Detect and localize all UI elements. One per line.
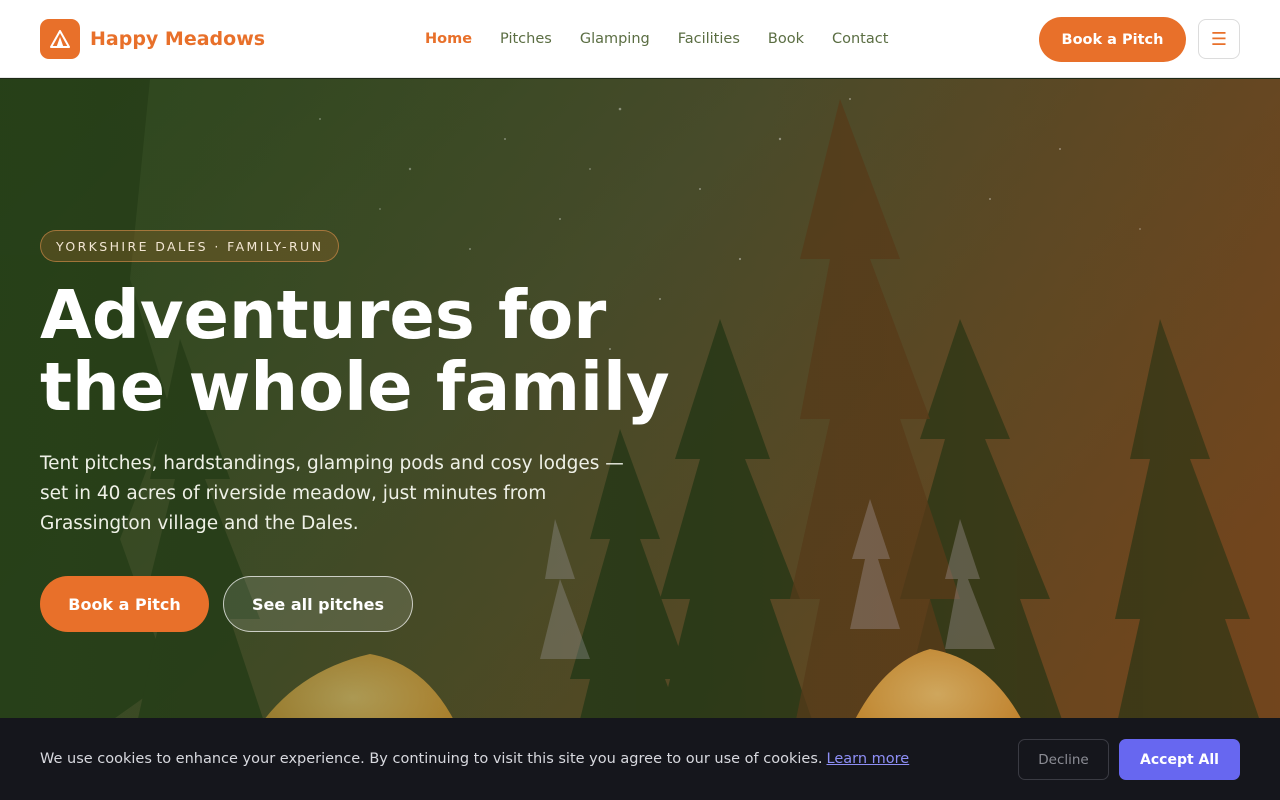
hero-title-line-1: Adventures for [40, 276, 607, 354]
hamburger-menu-icon[interactable]: ☰ [1198, 19, 1240, 59]
nav-item-facilities[interactable]: Facilities [678, 31, 740, 47]
header-book-pitch-button[interactable]: Book a Pitch [1039, 17, 1186, 62]
hero-title-line-2: the whole family [40, 348, 670, 426]
cookie-banner: We use cookies to enhance your experienc… [0, 718, 1280, 800]
learn-more-link[interactable]: Learn more [827, 751, 910, 767]
nav-item-home[interactable]: Home [425, 31, 472, 47]
main-nav: Home Pitches Glamping Facilities Book Co… [425, 0, 916, 78]
cookie-message: We use cookies to enhance your experienc… [40, 751, 823, 767]
logo[interactable]: Happy Meadows [40, 18, 266, 59]
accept-all-cookies-button[interactable]: Accept All [1119, 739, 1240, 780]
see-all-pitches-button[interactable]: See all pitches [223, 576, 413, 632]
nav-item-contact[interactable]: Contact [832, 31, 888, 47]
tent-icon [40, 18, 80, 59]
brand-name: Happy Meadows [90, 27, 266, 50]
hero-book-pitch-button[interactable]: Book a Pitch [40, 576, 209, 632]
nav-item-glamping[interactable]: Glamping [580, 31, 650, 47]
hero-subtitle: Tent pitches, hardstandings, glamping po… [40, 453, 624, 534]
location-badge: YORKSHIRE DALES · FAMILY-RUN [40, 230, 340, 262]
decline-cookies-button[interactable]: Decline [1018, 739, 1109, 780]
hero-overlay [0, 79, 1280, 800]
hero-section: YORKSHIRE DALES · FAMILY-RUN Adventures … [0, 79, 1280, 800]
nav-item-book[interactable]: Book [768, 31, 804, 47]
site-header: Happy Meadows Home Pitches Glamping Faci… [0, 0, 1280, 78]
nav-item-pitches[interactable]: Pitches [500, 31, 552, 47]
hero-title: Adventures for the whole family [40, 279, 760, 423]
